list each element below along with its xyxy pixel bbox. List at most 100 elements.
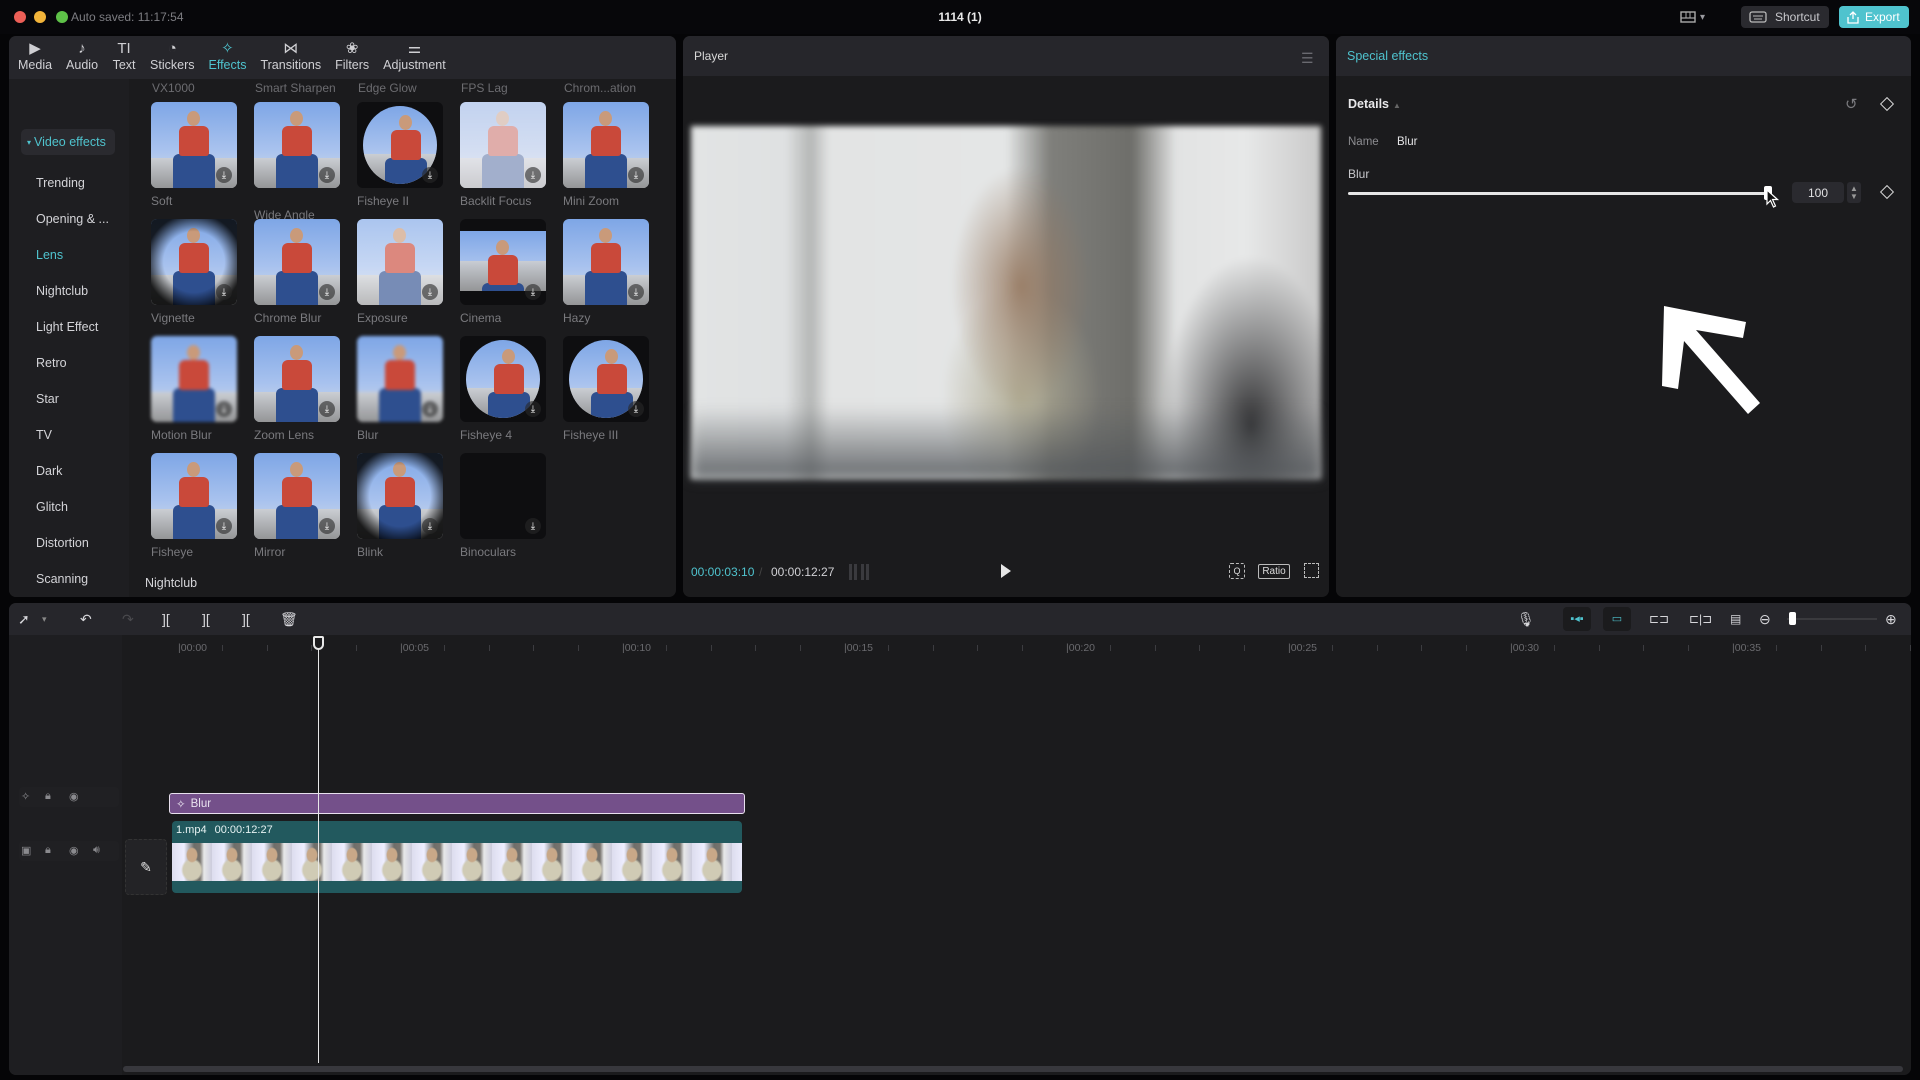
partial-effect-label[interactable]: Edge Glow [358, 81, 417, 95]
zoom-fit-timeline-icon[interactable]: ▤ [1730, 611, 1741, 627]
download-icon[interactable]: ⤓ [216, 167, 232, 183]
zoom-window-button[interactable] [56, 11, 68, 23]
effect-item-fisheye-4[interactable]: ⤓ Fisheye 4 [460, 336, 546, 442]
sidebar-item-dark[interactable]: Dark [36, 464, 62, 478]
blur-slider-track[interactable] [1348, 192, 1772, 195]
sidebar-item-light-effect[interactable]: Light Effect [36, 320, 98, 334]
effect-item-chrome-blur[interactable]: ⤓ Chrome Blur [254, 219, 340, 325]
effect-item-fisheye[interactable]: ⤓ Fisheye [151, 453, 237, 559]
effect-clip[interactable]: ✧ Blur [169, 793, 745, 814]
download-icon[interactable]: ⤓ [422, 518, 438, 534]
cover-edit-button[interactable]: ✎ [125, 839, 167, 895]
tab-adjustment[interactable]: ⚌ Adjustment [383, 36, 446, 79]
tab-text[interactable]: TI Text [112, 36, 136, 79]
reset-icon[interactable]: ↺ [1845, 95, 1858, 113]
blur-value-stepper[interactable]: ▲ ▼ [1847, 182, 1861, 203]
sidebar-group-video-effects[interactable]: ▾ Video effects [21, 129, 115, 155]
sidebar-item-retro[interactable]: Retro [36, 356, 67, 370]
download-icon[interactable]: ⤓ [319, 401, 335, 417]
sidebar-item-tv[interactable]: TV [36, 428, 52, 442]
magnet-link-icon[interactable]: ▪◂▪ [1563, 607, 1591, 631]
effect-item-zoom-lens[interactable]: ⤓ Zoom Lens [254, 336, 340, 442]
timeline-ruler[interactable]: |00:00 |00:05 |00:10 |00:15 |00:20 |00:25 |00:… [122, 635, 1911, 659]
play-button[interactable] [1001, 564, 1011, 578]
split-right-icon[interactable]: ][ [242, 611, 250, 627]
visibility-icon[interactable]: ◉ [69, 790, 79, 803]
effect-item-blink[interactable]: ⤓ Blink [357, 453, 443, 559]
partial-effect-label[interactable]: FPS Lag [461, 81, 508, 95]
audio-icon[interactable]: 🔊︎ [93, 844, 100, 857]
download-icon[interactable]: ⤓ [216, 284, 232, 300]
microphone-icon[interactable]: 🎙︎ [1517, 611, 1535, 627]
details-section-toggle[interactable]: Details ▲ [1348, 97, 1401, 111]
download-icon[interactable]: ⤓ [525, 167, 541, 183]
tab-filters[interactable]: ❀ Filters [335, 36, 369, 79]
fullscreen-icon[interactable] [1304, 563, 1319, 578]
sidebar-item-star[interactable]: Star [36, 392, 59, 406]
effect-item-cinema[interactable]: ⤓ Cinema [460, 219, 546, 325]
keyframe-icon[interactable] [1879, 96, 1895, 112]
download-icon[interactable]: ⤓ [628, 401, 644, 417]
download-icon[interactable]: ⤓ [319, 518, 335, 534]
download-icon[interactable]: ⤓ [422, 167, 438, 183]
select-tool-icon[interactable]: ➚ [18, 611, 30, 627]
effect-item-wide-angle[interactable]: ⤓ Wide Angle [254, 102, 340, 222]
ratio-button[interactable]: Ratio [1258, 564, 1290, 579]
zoom-out-icon[interactable]: ⊖ [1759, 611, 1771, 627]
minimize-window-button[interactable] [34, 11, 46, 23]
timeline-horizontal-scrollbar[interactable] [123, 1066, 1903, 1072]
effect-item-hazy[interactable]: ⤓ Hazy [563, 219, 649, 325]
download-icon[interactable]: ⤓ [525, 284, 541, 300]
split-left-icon[interactable]: ][ [202, 611, 210, 627]
link-clips-icon[interactable]: ⊏⊐ [1649, 611, 1669, 627]
export-button[interactable]: Export [1839, 6, 1909, 28]
effect-item-mini-zoom[interactable]: ⤓ Mini Zoom [563, 102, 649, 208]
timeline-zoom-slider[interactable] [1788, 612, 1796, 625]
download-icon[interactable]: ⤓ [525, 401, 541, 417]
sidebar-item-scanning[interactable]: Scanning [36, 572, 88, 586]
download-icon[interactable]: ⤓ [319, 284, 335, 300]
partial-effect-label[interactable]: VX1000 [152, 81, 195, 95]
lock-icon[interactable]: 🔒︎ [45, 790, 51, 803]
lock-icon[interactable]: 🔒︎ [45, 844, 51, 857]
download-icon[interactable]: ⤓ [319, 167, 335, 183]
layout-button[interactable]: ▾ [1680, 8, 1705, 26]
sidebar-item-trending[interactable]: Trending [36, 176, 85, 190]
video-clip[interactable]: 1.mp4 00:00:12:27 [172, 821, 742, 893]
effect-item-vignette[interactable]: ⤓ Vignette [151, 219, 237, 325]
download-icon[interactable]: ⤓ [422, 284, 438, 300]
menu-icon[interactable]: ☰ [1301, 50, 1314, 67]
effect-item-backlit-focus[interactable]: ⤓ Backlit Focus [460, 102, 546, 208]
delete-icon[interactable]: 🗑︎ [280, 611, 298, 627]
timeline-zoom-track[interactable] [1787, 618, 1877, 620]
blur-keyframe-icon[interactable] [1879, 184, 1895, 200]
split-icon[interactable]: ][ [162, 611, 170, 627]
chevron-down-icon[interactable]: ▾ [42, 611, 47, 627]
undo-icon[interactable]: ↶ [80, 611, 92, 627]
sidebar-item-opening[interactable]: Opening & ... [36, 212, 109, 226]
tab-media[interactable]: ▶ Media [18, 36, 52, 79]
partial-effect-label[interactable]: Chrom...ation [564, 81, 636, 95]
tab-effects[interactable]: ✧ Effects [208, 36, 246, 79]
effect-item-binoculars[interactable]: ⤓ Binoculars [460, 453, 546, 559]
redo-icon[interactable]: ↷ [122, 611, 134, 627]
tab-transitions[interactable]: ⋈ Transitions [260, 36, 321, 79]
effect-item-mirror[interactable]: ⤓ Mirror [254, 453, 340, 559]
effect-item-soft[interactable]: ⤓ Soft [151, 102, 237, 208]
tab-stickers[interactable]: ◔ Stickers [150, 36, 194, 79]
zoom-fit-icon[interactable]: Q [1229, 563, 1245, 579]
download-icon[interactable]: ⤓ [216, 518, 232, 534]
playhead-handle[interactable] [313, 636, 324, 650]
zoom-in-icon[interactable]: ⊕ [1885, 611, 1897, 627]
partial-effect-label[interactable]: Smart Sharpen [255, 81, 336, 95]
effect-item-fisheye-ii[interactable]: ⤓ Fisheye II [357, 102, 443, 208]
visibility-icon[interactable]: ◉ [69, 844, 79, 857]
sidebar-item-nightclub[interactable]: Nightclub [36, 284, 88, 298]
download-icon[interactable]: ⤓ [216, 401, 232, 417]
tab-audio[interactable]: ♪ Audio [66, 36, 98, 79]
download-icon[interactable]: ⤓ [628, 284, 644, 300]
blur-value-input[interactable]: 100 [1792, 182, 1844, 203]
preview-axis-icon[interactable]: ⊏|⊐ [1689, 611, 1712, 627]
sidebar-item-lens[interactable]: Lens [36, 248, 63, 262]
auto-snap-icon[interactable]: ▭ [1603, 607, 1631, 631]
